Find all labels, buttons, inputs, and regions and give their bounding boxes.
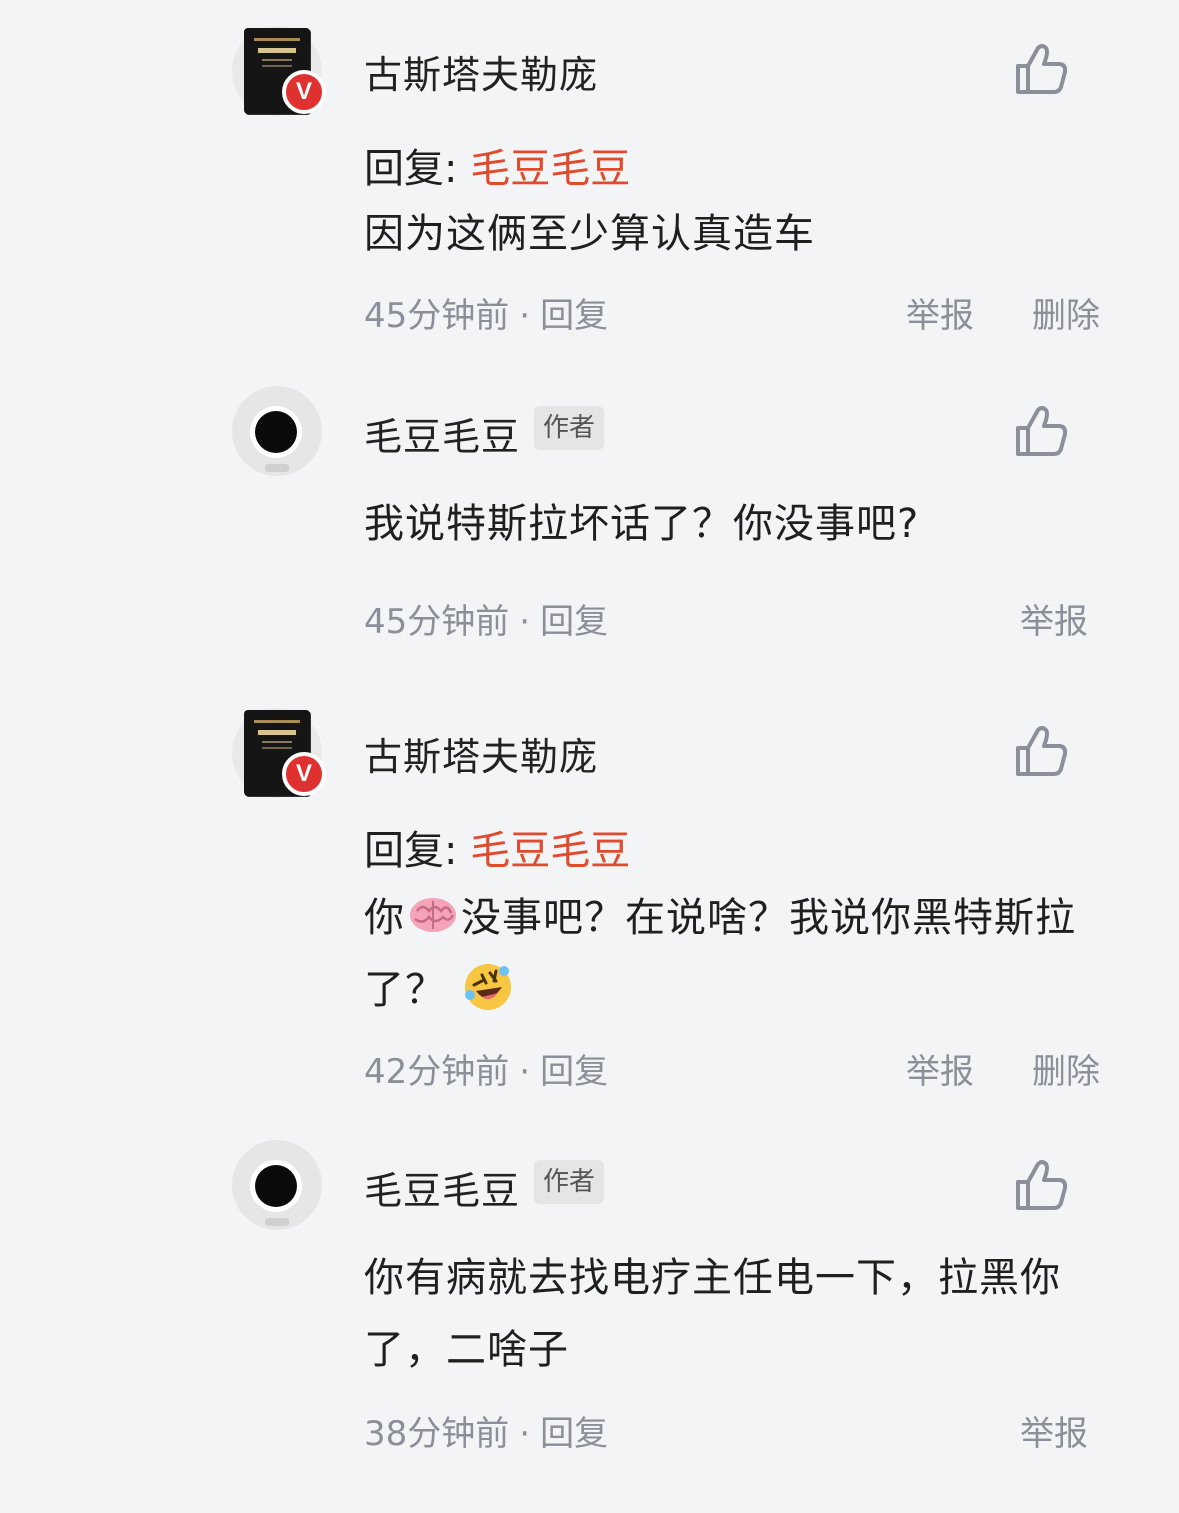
avatar[interactable]: V — [232, 26, 326, 116]
reply-button[interactable]: 回复 — [540, 296, 608, 336]
verified-badge-icon: V — [282, 70, 326, 114]
reply-button[interactable]: 回复 — [540, 602, 608, 642]
reply-to-line: 回复: 毛豆毛豆 — [364, 136, 630, 194]
report-button[interactable]: 举报 — [906, 1044, 974, 1093]
body-text-part: 了？ — [364, 967, 446, 1013]
delete-button[interactable]: 删除 — [1032, 288, 1100, 337]
username[interactable]: 古斯塔夫勒庞 — [364, 44, 598, 99]
reply-target-user[interactable]: 毛豆毛豆 — [470, 828, 630, 874]
comment-time: 45分钟前 — [364, 602, 510, 642]
comment-time: 45分钟前 — [364, 296, 510, 336]
username[interactable]: 毛豆毛豆 — [364, 1160, 520, 1215]
report-button[interactable]: 举报 — [906, 288, 974, 337]
report-button[interactable]: 举报 — [1020, 1406, 1088, 1455]
comment-time: 38分钟前 — [364, 1414, 510, 1454]
cup-base — [265, 464, 289, 472]
comment-body: 你 没事吧？在说啥？我说你黑特斯拉 了？ — [364, 882, 1104, 1026]
cup-base — [265, 1218, 289, 1226]
thumbs-up-icon[interactable] — [1014, 42, 1070, 96]
comment-meta: 42分钟前 · 回复 — [364, 1044, 608, 1093]
author-tag: 作者 — [534, 1160, 604, 1204]
rolling-laugh-emoji-icon — [464, 964, 511, 1010]
comment-meta: 38分钟前 · 回复 — [364, 1406, 608, 1455]
verified-badge-icon: V — [282, 752, 326, 796]
comment-thread: V 古斯塔夫勒庞 回复: 毛豆毛豆 因为这俩至少算认真造车 45分钟前 · 回复 举… — [0, 0, 1179, 1513]
reply-target-user[interactable]: 毛豆毛豆 — [470, 146, 630, 192]
reply-to-line: 回复: 毛豆毛豆 — [364, 818, 630, 876]
body-text-part: 没事吧？在说啥？我说你黑特斯拉 — [461, 895, 1076, 941]
body-text-part: 你 — [364, 895, 405, 941]
thumbs-up-icon[interactable] — [1014, 404, 1070, 458]
comment-time: 42分钟前 — [364, 1052, 510, 1092]
thumbs-up-icon[interactable] — [1014, 1158, 1070, 1212]
username[interactable]: 毛豆毛豆 — [364, 406, 520, 461]
coffee-cup-image — [250, 1160, 302, 1212]
comment-body: 你有病就去找电疗主任电一下，拉黑你了，二啥子 — [364, 1255, 1061, 1373]
reply-prefix: 回复: — [364, 146, 458, 192]
report-button[interactable]: 举报 — [1020, 594, 1088, 643]
separator-dot: · — [519, 1414, 531, 1454]
delete-button[interactable]: 删除 — [1032, 1044, 1100, 1093]
comment-body: 我说特斯拉坏话了？你没事吧? — [364, 501, 920, 547]
avatar[interactable]: V — [232, 708, 326, 798]
comment-meta: 45分钟前 · 回复 — [364, 288, 608, 337]
separator-dot: · — [519, 296, 531, 336]
thumbs-up-icon[interactable] — [1014, 724, 1070, 778]
author-tag: 作者 — [534, 406, 604, 450]
reply-button[interactable]: 回复 — [540, 1414, 608, 1454]
avatar[interactable] — [232, 1140, 322, 1230]
brain-emoji-icon — [410, 898, 456, 932]
reply-button[interactable]: 回复 — [540, 1052, 608, 1092]
comment-meta: 45分钟前 · 回复 — [364, 594, 608, 643]
separator-dot: · — [519, 1052, 531, 1092]
separator-dot: · — [519, 602, 531, 642]
comment-body: 因为这俩至少算认真造车 — [364, 211, 815, 257]
reply-prefix: 回复: — [364, 828, 458, 874]
coffee-cup-image — [250, 406, 302, 458]
username[interactable]: 古斯塔夫勒庞 — [364, 726, 598, 781]
avatar[interactable] — [232, 386, 322, 476]
